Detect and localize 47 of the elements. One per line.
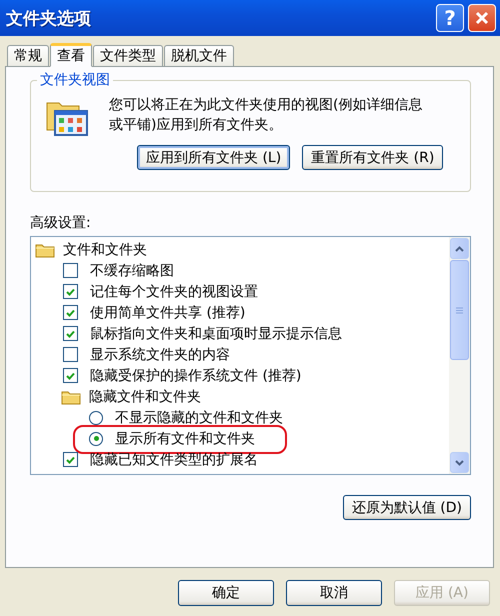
option-label[interactable]: 隐藏已知文件类型的扩展名	[90, 450, 258, 468]
radio-button[interactable]	[89, 410, 103, 424]
checkbox[interactable]	[63, 305, 78, 320]
option-label[interactable]: 使用简单文件共享 (推荐)	[90, 304, 246, 322]
checkmark-icon	[66, 372, 75, 380]
checkbox[interactable]	[63, 284, 78, 299]
tab[interactable]: 脱机文件	[164, 45, 234, 66]
tree-folder-label[interactable]: 文件和文件夹	[63, 240, 147, 258]
checkmark-icon	[66, 308, 75, 316]
dialog-button[interactable]: 确定	[178, 580, 274, 606]
folder-icon	[35, 242, 55, 258]
close-icon	[475, 11, 489, 25]
grip-icon	[456, 306, 463, 314]
restore-defaults-button[interactable]: 还原为默认值 (D)	[342, 495, 471, 520]
option-label[interactable]: 显示系统文件夹的内容	[90, 346, 230, 364]
help-button[interactable]: ?	[436, 4, 464, 32]
checkbox[interactable]	[63, 368, 78, 383]
folder-icon	[61, 388, 81, 404]
scroll-up-icon[interactable]	[455, 246, 464, 252]
checkbox[interactable]	[63, 347, 78, 362]
option-label[interactable]: 鼠标指向文件夹和桌面项时显示提示信息	[90, 324, 342, 342]
folder-view-button[interactable]: 重置所有文件夹 (R)	[302, 145, 444, 170]
tab[interactable]: 常规	[7, 45, 49, 66]
option-label[interactable]: 隐藏受保护的操作系统文件 (推荐)	[90, 366, 302, 384]
option-label[interactable]: 不缓存缩略图	[90, 262, 174, 280]
option-label[interactable]: 不显示隐藏的文件和文件夹	[115, 408, 283, 426]
checkbox[interactable]	[63, 263, 78, 278]
checkmark-icon	[66, 456, 75, 464]
tab[interactable]: 查看	[50, 43, 92, 67]
checkbox[interactable]	[63, 326, 78, 341]
scrollbar[interactable]	[449, 237, 470, 474]
tab[interactable]: 文件类型	[93, 45, 163, 66]
dialog-button[interactable]: 取消	[286, 580, 382, 606]
checkmark-icon	[66, 330, 75, 338]
folder-view-button[interactable]: 应用到所有文件夹 (L)	[137, 145, 290, 170]
close-button[interactable]	[468, 4, 496, 32]
radio-button[interactable]	[89, 432, 103, 446]
section-label: 高级设置:	[30, 214, 92, 232]
window-title: 文件夹选项	[6, 8, 92, 30]
checkmark-icon	[66, 288, 75, 296]
tree-folder-label[interactable]: 隐藏文件和文件夹	[89, 388, 201, 406]
option-label[interactable]: 显示所有文件和文件夹	[115, 430, 255, 448]
group-title: 文件夹视图	[37, 71, 113, 89]
scroll-down-icon[interactable]	[455, 460, 464, 466]
option-label[interactable]: 记住每个文件夹的视图设置	[90, 282, 258, 300]
description-text: 您可以将正在为此文件夹使用的视图(例如详细信息或平铺)应用到所有文件夹。	[109, 96, 424, 135]
checkbox[interactable]	[63, 452, 78, 467]
